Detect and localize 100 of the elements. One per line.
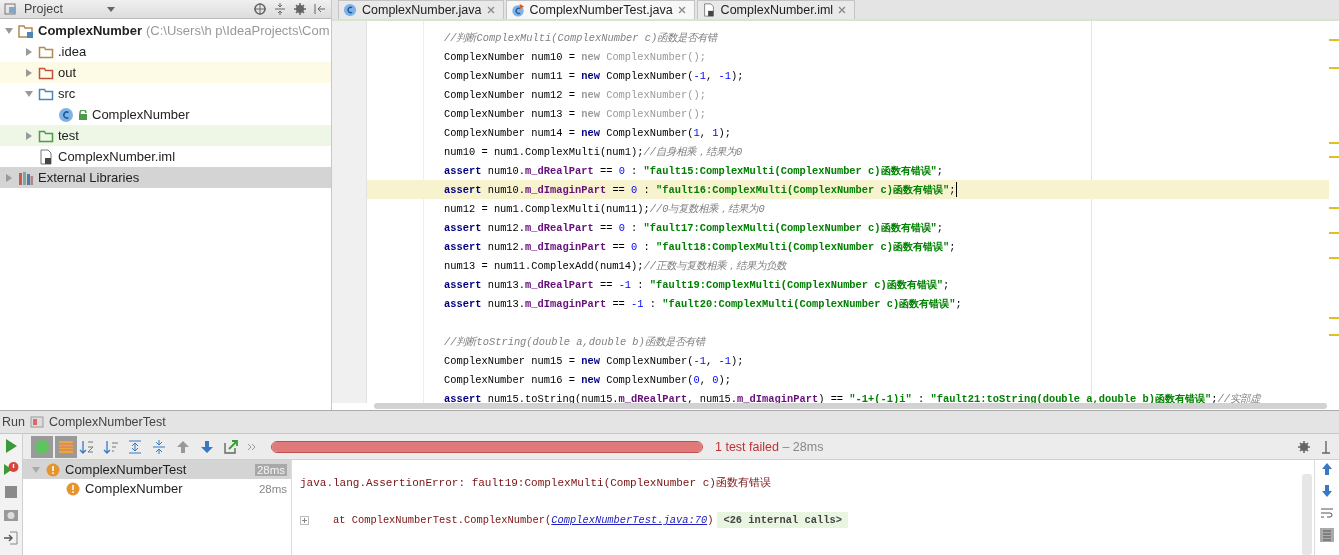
code-line: ComplexNumber num13 = new ComplexNumber(); (444, 107, 706, 120)
rerun-failed-icon[interactable] (3, 461, 19, 477)
tree-item[interactable]: ComplexNumber.iml (0, 146, 331, 167)
class-icon (58, 106, 74, 123)
pin-icon[interactable] (1319, 439, 1333, 454)
close-icon[interactable] (677, 6, 686, 14)
tree-item[interactable]: ComplexNumber (0, 104, 331, 125)
test-class-icon (510, 3, 525, 17)
sort-duration-icon[interactable] (103, 438, 119, 455)
vertical-scrollbar[interactable] (1302, 474, 1312, 555)
code-line: num10 = num1.ComplexMulti(num1);//自身相乘，结果为0 (444, 144, 743, 159)
stack-trace-line: at ComplexNumberTest.ComplexNumber(ComplexNumberTest.java:70) (333, 514, 714, 526)
down-arrow-icon[interactable] (1320, 484, 1334, 498)
lock-icon (78, 109, 88, 120)
camera-icon[interactable] (3, 507, 19, 523)
test-tree-item[interactable]: ComplexNumberTest 28ms (23, 460, 291, 479)
hide-panel-icon[interactable] (313, 2, 327, 16)
code-line: assert num10.m_dImaginPart == 0 : "fault16:ComplexMulti(ComplexNumber c)函数有错误"; (444, 182, 956, 197)
sort-alpha-icon[interactable] (79, 438, 95, 455)
editor-tab[interactable]: ComplexNumber.iml (696, 0, 856, 19)
library-icon (18, 169, 34, 186)
code-line: assert num13.m_dImaginPart == -1 : "fault20:ComplexMulti(ComplexNumber c)函数有错误"; (444, 296, 962, 311)
internal-calls-fold[interactable]: <26 internal calls> (717, 512, 848, 528)
panel-title[interactable]: Project (24, 2, 63, 16)
stop-icon[interactable] (3, 484, 19, 500)
down-arrow-icon[interactable] (199, 438, 215, 455)
project-view-icon (4, 2, 18, 16)
test-time: 28ms (254, 463, 287, 476)
tree-item[interactable]: src (0, 83, 331, 104)
code-line: assert num10.m_dRealPart == 0 : "fault15:ComplexMulti(ComplexNumber c)函数有错误"; (444, 163, 944, 178)
collapsed-arrow-icon[interactable] (4, 172, 14, 183)
close-icon[interactable] (838, 6, 847, 14)
test-status: 1 test failed (715, 439, 779, 454)
expand-icon[interactable] (300, 515, 309, 525)
editor-tab[interactable]: ComplexNumberTest.java (505, 0, 695, 19)
code-line: //判断ComplexMulti(ComplexNumber c)函数是否有错 (444, 30, 718, 45)
code-line: assert num12.m_dRealPart == 0 : "fault17:ComplexMulti(ComplexNumber c)函数有错误"; (444, 220, 944, 235)
test-duration: – 28ms (781, 439, 824, 454)
test-name: ComplexNumber (85, 481, 183, 496)
module-folder-icon (18, 22, 34, 39)
tree-label: ComplexNumber (92, 107, 190, 122)
test-time: 28ms (258, 482, 287, 495)
up-arrow-icon[interactable] (1320, 462, 1334, 476)
collapse-all-icon[interactable] (273, 2, 287, 16)
tree-label: src (58, 86, 76, 101)
collapsed-arrow-icon[interactable] (24, 67, 34, 78)
file-icon (38, 148, 54, 165)
dropdown-caret-icon[interactable] (106, 6, 115, 12)
close-icon[interactable] (486, 6, 495, 14)
expanded-arrow-icon[interactable] (4, 25, 14, 36)
error-message: java.lang.AssertionError: fault19:ComplexMulti(ComplexNumber c)函数有错误 (300, 476, 772, 490)
tree-item[interactable]: ComplexNumber (C:\Users\h p\IdeaProjects\Com (0, 20, 331, 41)
tree-item[interactable]: .idea (0, 41, 331, 62)
scroll-end-icon[interactable] (1320, 528, 1334, 542)
editor-tab[interactable]: ComplexNumber.java (338, 0, 504, 19)
code-line: assert num12.m_dImaginPart == 0 : "fault18:ComplexMulti(ComplexNumber c)函数有错误"; (444, 239, 956, 254)
code-line: assert num13.m_dRealPart == -1 : "fault19:ComplexMulti(ComplexNumber c)函数有错误"; (444, 277, 950, 292)
expand-all-icon[interactable] (127, 438, 143, 455)
exit-icon[interactable] (3, 530, 19, 546)
code-line: num12 = num1.ComplexMulti(num11);//0与复数相乘，结果为0 (444, 201, 765, 216)
code-line: ComplexNumber num10 = new ComplexNumber(); (444, 50, 706, 63)
collapse-all-icon[interactable] (151, 438, 167, 455)
class-icon (343, 3, 357, 17)
tree-label: test (58, 128, 79, 143)
settings-icon[interactable] (293, 2, 307, 16)
wrap-icon[interactable] (1320, 506, 1334, 520)
show-passed-toggle-icon[interactable] (31, 435, 53, 458)
tree-label: .idea (58, 44, 87, 59)
code-line: ComplexNumber num11 = new ComplexNumber(-1, -1); (444, 69, 744, 82)
expanded-arrow-icon[interactable] (31, 464, 41, 475)
tree-label: out (58, 65, 77, 80)
text-caret (955, 182, 957, 197)
up-arrow-icon[interactable] (175, 438, 191, 455)
test-tree-item[interactable]: ComplexNumber 28ms (23, 479, 291, 498)
collapsed-arrow-icon[interactable] (24, 130, 34, 141)
more-icon[interactable] (247, 441, 257, 452)
source-link[interactable]: ComplexNumberTest.java:70 (551, 514, 708, 526)
code-line: assert num15.toString(num15.m_dRealPart, num15.m_dImaginPart) == "-1+(-1)i" : "fault21:toString(double a,double b)函数有错误";//实部虚 (444, 391, 1260, 403)
code-line: num13 = num11.ComplexAdd(num14);//正数与复数相乘，结果为负数 (444, 258, 787, 273)
configuration-name[interactable]: ComplexNumberTest (48, 415, 166, 429)
run-icon[interactable] (3, 438, 19, 454)
horizontal-scrollbar[interactable] (374, 403, 1327, 409)
panel-title: Run (2, 415, 25, 429)
tree-item[interactable]: External Libraries (0, 167, 331, 188)
test-name: ComplexNumberTest (65, 462, 187, 477)
warning-icon (66, 481, 80, 496)
expanded-arrow-icon[interactable] (24, 88, 34, 99)
code-line: ComplexNumber num16 = new ComplexNumber(0, 0); (444, 373, 731, 386)
code-line: ComplexNumber num15 = new ComplexNumber(-1, -1); (444, 354, 744, 367)
tree-item[interactable]: test (0, 125, 331, 146)
tree-item[interactable]: out (0, 62, 331, 83)
locate-icon[interactable] (253, 2, 267, 16)
settings-icon[interactable] (1297, 439, 1311, 454)
collapsed-arrow-icon[interactable] (24, 46, 34, 57)
export-icon[interactable] (223, 438, 239, 455)
code-line: ComplexNumber num14 = new ComplexNumber(1, 1); (444, 126, 731, 139)
tree-label: ComplexNumber (38, 23, 143, 38)
warning-icon (46, 462, 60, 477)
code-line: ComplexNumber num12 = new ComplexNumber(); (444, 88, 706, 101)
show-ignored-toggle-icon[interactable] (55, 435, 77, 458)
